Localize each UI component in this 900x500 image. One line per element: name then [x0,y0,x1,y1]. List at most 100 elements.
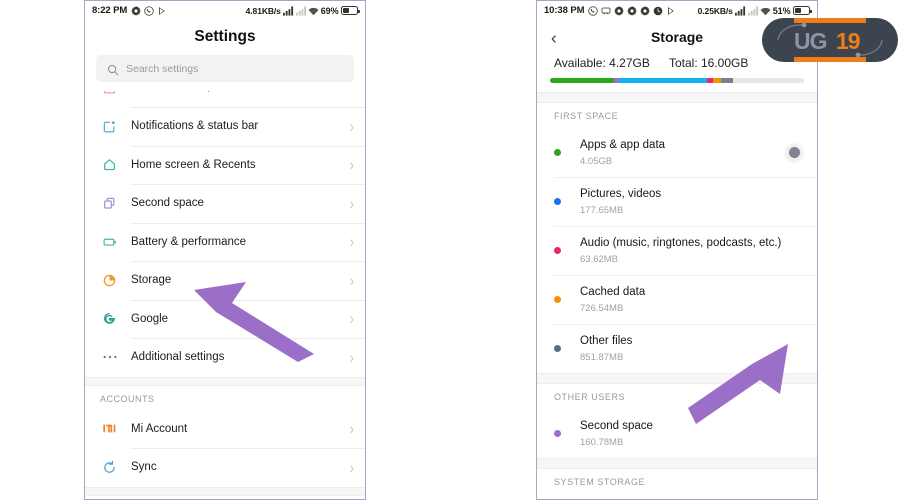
search-placeholder: Search settings [126,62,199,75]
legend-dot-second-space [554,430,561,437]
settings-row-label: Additional settings [131,351,225,364]
mi-logo-icon [100,422,119,435]
search-input[interactable]: Search settings [96,55,354,82]
storage-row-title: Second space [580,420,653,433]
storage-row-apps[interactable]: Apps & app data 4.05GB [537,128,817,177]
right-status-time: 10:38 PM [544,5,585,16]
gear-icon [614,5,625,16]
settings-list: Lock screen & password › Notifications &… [85,91,365,377]
left-status-notif-icons [131,5,167,16]
meter-segment-pictures [618,78,708,83]
settings-row-label: Battery & performance [131,235,247,248]
settings-row-label: Google [131,312,169,325]
chevron-right-icon: › [349,116,354,136]
settings-row-storage[interactable]: Storage › [85,261,365,300]
section-header-accounts: ACCOUNTS [85,385,365,410]
settings-row-sync[interactable]: Sync › [85,448,365,487]
settings-row-notifications[interactable]: Notifications & status bar › [85,107,365,146]
storage-row-cached[interactable]: Cached data 726.54MB [537,275,817,324]
storage-row-size: 4.05GB [580,155,613,167]
signal-bars-dim-icon [295,5,306,16]
settings-row-label: Sync [131,461,157,474]
whatsapp-icon [144,5,154,16]
legend-dot-apps [554,149,561,156]
meter-segment-apps [550,78,614,83]
more-dots-icon [100,354,119,360]
meter-segment-free [732,78,804,83]
storage-row-title: Audio (music, ringtones, podcasts, etc.) [580,237,782,250]
storage-section-divider [537,92,817,103]
meter-segment-cached [712,78,722,83]
accounts-list: Mi Account › Sync › [85,409,365,496]
messenger-icon [601,6,611,16]
notifications-icon [100,119,119,134]
storage-row-text: Apps & app data 4.05GB [580,138,785,167]
storage-row-size: 851.87MB [580,351,624,363]
storage-row-text: Second space 160.78MB [580,419,803,448]
storage-usage-bar [550,78,804,83]
chevron-right-icon: › [349,419,354,439]
settings-row-mi-account[interactable]: Mi Account › [85,409,365,448]
back-button[interactable]: ‹ [551,28,557,46]
svg-text:19: 19 [836,28,860,54]
storage-row-title: Other files [580,335,633,348]
chevron-right-icon: › [349,232,354,252]
list-bottom-divider [85,486,365,496]
play-store-icon [666,6,676,16]
search-icon [107,64,119,75]
legend-dot-cached [554,296,561,303]
right-battery-pct: 51% [772,5,791,16]
battery-performance-icon [100,234,119,250]
settings-row-home-screen[interactable]: Home screen & Recents › [85,145,365,184]
other-users-list: Second space 160.78MB [537,409,817,458]
lock-icon [100,91,119,95]
settings-row-additional-settings[interactable]: Additional settings › [85,338,365,377]
storage-row-other-files[interactable]: Other files 851.87MB [537,324,817,373]
settings-row-second-space[interactable]: Second space › [85,184,365,223]
storage-section-divider-2 [537,373,817,384]
settings-row-lock-screen[interactable]: Lock screen & password › [85,91,365,107]
storage-row-size: 726.54MB [580,302,624,314]
settings-row-label: Storage [131,274,172,287]
left-battery-pct: 69% [320,5,339,16]
section-header-system-storage: SYSTEM STORAGE [537,469,817,494]
phone-right-storage: 10:38 PM 0.25KB/s 51% ‹ Storage Availabl… [536,0,818,500]
legend-dot-audio [554,247,561,254]
phone-left-settings: 8:22 PM 4.81KB/s 69% Settings Search set… [84,0,366,500]
settings-row-label: Lock screen & password [131,91,350,92]
storage-row-pictures[interactable]: Pictures, videos 177.65MB [537,177,817,226]
settings-row-label: Mi Account [131,422,188,435]
storage-row-title: Cached data [580,286,646,299]
storage-row-size: 160.78MB [580,436,624,448]
first-space-list: Apps & app data 4.05GB Pictures, videos … [537,128,817,373]
gear-icon [131,5,142,16]
legend-dot-pictures [554,198,561,205]
signal-bars-icon [735,5,746,16]
storage-row-second-space[interactable]: Second space 160.78MB [537,409,817,458]
page-title: Settings [194,28,256,45]
storage-available: Available: 4.27GB [554,56,650,70]
storage-row-title: Pictures, videos [580,188,662,201]
storage-section-divider-3 [537,458,817,469]
screenshot-stage: 8:22 PM 4.81KB/s 69% Settings Search set… [0,0,900,500]
signal-bars-dim-icon [747,5,758,16]
storage-meter-wrap [537,78,817,92]
right-status-right: 0.25KB/s 51% [698,5,812,16]
storage-row-text: Pictures, videos 177.65MB [580,187,803,216]
settings-row-google[interactable]: Google › [85,299,365,338]
chevron-right-icon: › [350,91,354,93]
left-status-time: 8:22 PM [92,5,128,16]
play-store-icon [157,6,167,16]
settings-row-label: Second space [131,197,204,210]
storage-row-audio[interactable]: Audio (music, ringtones, podcasts, etc.)… [537,226,817,275]
svg-text:UG: UG [794,28,827,54]
sync-icon [100,460,119,475]
battery-icon [341,6,360,15]
storage-row-title: Apps & app data [580,139,666,152]
meter-segment-other [721,78,733,83]
list-section-divider [85,376,365,386]
settings-row-battery[interactable]: Battery & performance › [85,222,365,261]
clock-icon [653,6,663,16]
storage-row-size: 63.62MB [580,253,619,265]
storage-row-text: Other files 851.87MB [580,334,803,363]
